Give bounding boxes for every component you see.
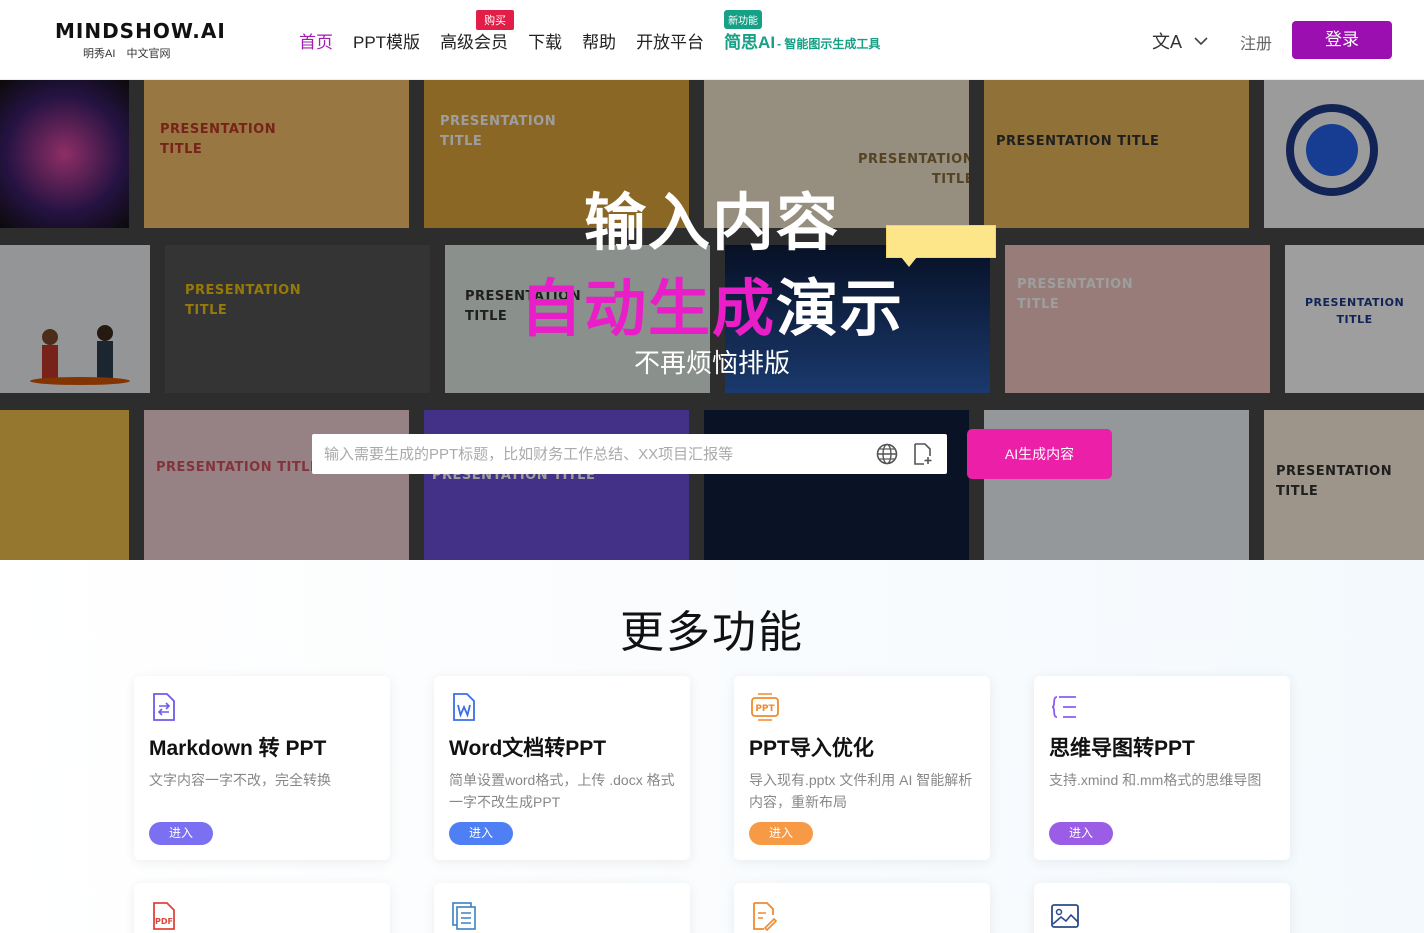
- logo-sub-site: 中文官网: [126, 48, 171, 60]
- card-description: 导入现有.pptx 文件利用 AI 智能解析内容，重新布局: [749, 772, 973, 810]
- feature-card-edit[interactable]: [734, 883, 990, 933]
- feature-card-markdown[interactable]: Markdown 转 PPT 文字内容一字不改，完全转换 进入: [134, 676, 390, 860]
- topic-search-box: [312, 434, 947, 474]
- edit-file-icon: [750, 901, 778, 932]
- mindmap-icon: [1050, 692, 1078, 722]
- hero-subtitle: 不再烦恼排版: [633, 348, 790, 378]
- chevron-down-icon: [1194, 33, 1208, 49]
- more-features-section: 更多功能 Markdown 转 PPT 文字内容一字不改，完全转换 进入 Wor…: [0, 560, 1424, 933]
- feature-card-mindmap[interactable]: 思维导图转PPT 支持.xmind 和.mm格式的思维导图 进入: [1034, 676, 1290, 860]
- jiansi-label: 简思AI: [724, 33, 776, 52]
- nav-open-platform[interactable]: 开放平台: [636, 28, 704, 53]
- language-switcher[interactable]: 文A: [1152, 28, 1208, 54]
- enter-button[interactable]: 进入: [149, 822, 213, 845]
- enter-button[interactable]: 进入: [749, 822, 813, 845]
- translate-icon: 文A: [1152, 32, 1183, 52]
- feature-card-word[interactable]: Word文档转PPT 简单设置word格式，上传 .docx 格式一字不改生成P…: [434, 676, 690, 860]
- card-description: 简单设置word格式，上传 .docx 格式一字不改生成PPT: [449, 772, 675, 810]
- ppt-topic-input[interactable]: [324, 445, 863, 463]
- word-file-icon: [450, 692, 478, 722]
- buy-badge: 购买: [476, 10, 515, 30]
- hero-title-highlight: 自动生成: [519, 272, 776, 345]
- login-button[interactable]: 登录: [1292, 21, 1392, 59]
- feature-card-ppt-import[interactable]: PPT PPT导入优化 导入现有.pptx 文件利用 AI 智能解析内容，重新布…: [734, 676, 990, 860]
- ppt-file-icon: PPT: [750, 692, 779, 722]
- nav-home[interactable]: 首页: [299, 28, 333, 53]
- jiansi-suffix: - 智能图示生成工具: [777, 37, 881, 51]
- globe-icon[interactable]: [875, 442, 899, 466]
- new-feature-badge: 新功能: [724, 10, 763, 29]
- feature-card-document[interactable]: [434, 883, 690, 933]
- card-description: 支持.xmind 和.mm格式的思维导图: [1049, 772, 1262, 788]
- svg-text:PDF: PDF: [155, 917, 173, 926]
- card-title: PPT导入优化: [749, 737, 874, 760]
- document-list-icon: [450, 901, 478, 931]
- section-title: 更多功能: [620, 607, 804, 658]
- enter-button[interactable]: 进入: [449, 822, 513, 845]
- hero-banner: PRESENTATION TITLE PRESENTATION TITLE PRES…: [0, 80, 1424, 560]
- logo[interactable]: MINDSHOW.AI 明秀AI 中文官网: [55, 19, 226, 61]
- add-file-icon[interactable]: [911, 442, 935, 466]
- top-navbar: MINDSHOW.AI 明秀AI 中文官网 首页 PPT模版 高级会员 购买 下…: [0, 0, 1424, 80]
- hero-title-line1: 输入内容: [583, 186, 840, 259]
- nav-premium-label: 高级会员: [440, 33, 509, 52]
- image-icon: [1050, 901, 1079, 931]
- nav-premium-member[interactable]: 高级会员 购买: [440, 10, 515, 53]
- hero-title-rest: 演示: [776, 272, 905, 345]
- logo-text: MINDSHOW.AI: [55, 19, 226, 43]
- nav-ppt-templates[interactable]: PPT模版: [353, 28, 420, 53]
- nav-download[interactable]: 下载: [528, 28, 562, 53]
- card-title: Word文档转PPT: [449, 737, 607, 760]
- card-title: Markdown 转 PPT: [149, 737, 327, 760]
- nav-help[interactable]: 帮助: [582, 28, 616, 53]
- pdf-file-icon: PDF: [150, 901, 178, 931]
- feature-card-image[interactable]: [1034, 883, 1290, 933]
- logo-sub-brand: 明秀AI: [83, 48, 116, 60]
- markdown-file-icon: [150, 692, 178, 722]
- enter-button[interactable]: 进入: [1049, 822, 1113, 845]
- hero-title-line2: 自动生成演示: [0, 258, 1424, 348]
- main-nav: 首页 PPT模版 高级会员 购买 下载 帮助 开放平台 新功能 简思AI - 智能…: [299, 10, 900, 53]
- card-title: 思维导图转PPT: [1049, 737, 1195, 760]
- logo-subtitle: 明秀AI 中文官网: [55, 45, 205, 61]
- svg-text:PPT: PPT: [755, 704, 775, 714]
- card-description: 文字内容一字不改，完全转换: [149, 772, 331, 788]
- nav-jiansi-ai[interactable]: 新功能 简思AI - 智能图示生成工具: [724, 10, 881, 53]
- register-link[interactable]: 注册: [1240, 30, 1272, 54]
- feature-card-pdf[interactable]: PDF: [134, 883, 390, 933]
- ai-generate-button[interactable]: AI生成内容: [967, 429, 1112, 479]
